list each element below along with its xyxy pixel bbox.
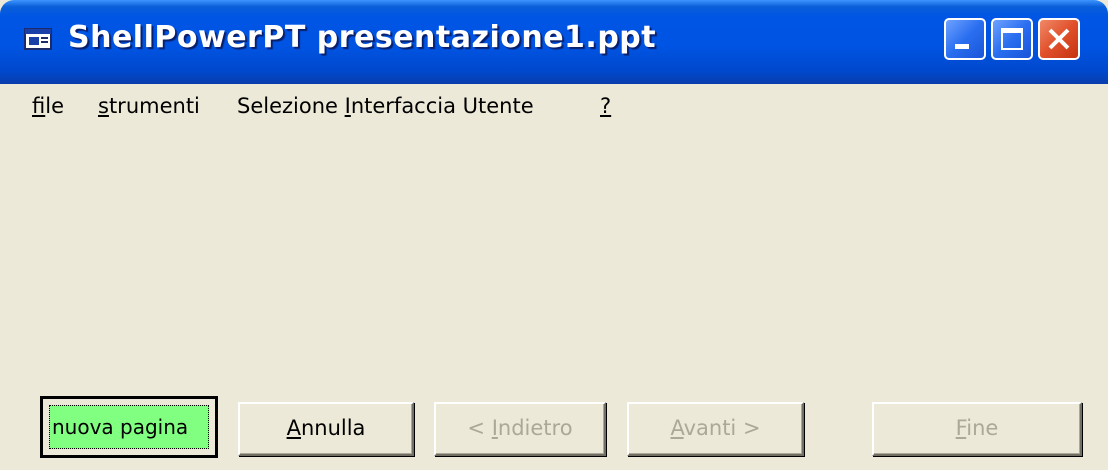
maximize-icon	[1001, 28, 1023, 50]
close-icon	[1040, 20, 1078, 58]
back-button[interactable]: < Indietro	[434, 402, 606, 456]
finish-button[interactable]: Fine	[872, 402, 1082, 456]
maximize-button[interactable]	[991, 18, 1033, 60]
cancel-button[interactable]: Annulla	[238, 402, 414, 456]
menu-help[interactable]: ?	[600, 94, 611, 118]
application-window: ShellPowerPT presentazione1.ppt file str…	[0, 0, 1108, 470]
minimize-icon	[955, 44, 969, 49]
next-button[interactable]: Avanti >	[627, 402, 804, 456]
minimize-button[interactable]	[944, 18, 986, 60]
new-page-button-label: nuova pagina	[49, 405, 209, 449]
menu-file[interactable]: file	[32, 94, 64, 118]
new-page-button[interactable]: nuova pagina	[40, 396, 218, 458]
title-bar[interactable]: ShellPowerPT presentazione1.ppt	[0, 0, 1108, 84]
menu-strumenti[interactable]: strumenti	[98, 94, 200, 118]
window-title: ShellPowerPT presentazione1.ppt	[68, 20, 657, 55]
close-button[interactable]	[1038, 18, 1080, 60]
app-window-icon[interactable]	[24, 28, 54, 52]
menu-bar: file strumenti Selezione Interfaccia Ute…	[0, 86, 1108, 130]
menu-selezione-interfaccia-utente[interactable]: Selezione Interfaccia Utente	[237, 94, 534, 118]
